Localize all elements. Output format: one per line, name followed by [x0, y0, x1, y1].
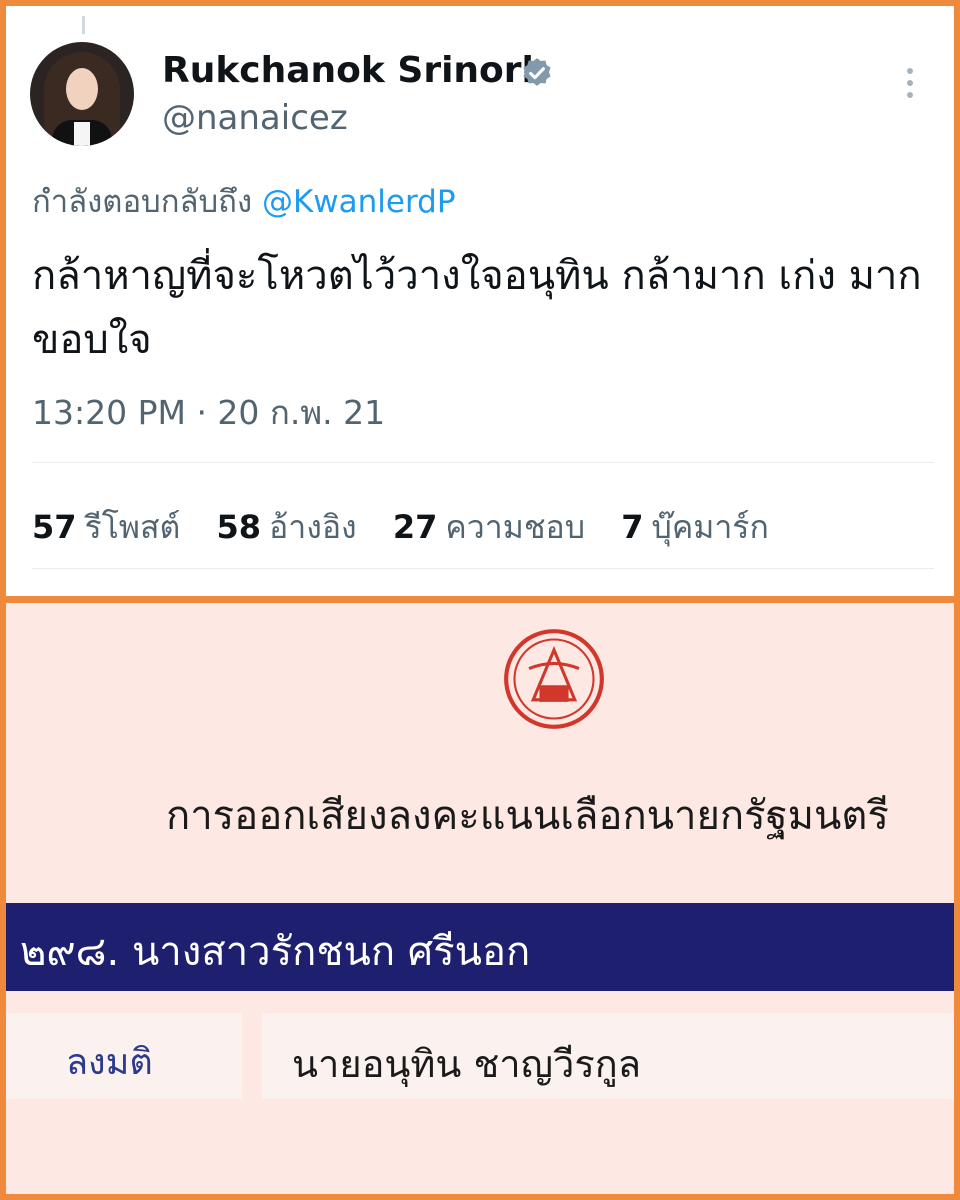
member-name-bar: ๒๙๘. นางสาวรักชนก ศรีนอก: [6, 903, 954, 991]
parliament-seal-icon: [504, 629, 604, 729]
replying-prefix: กำลังตอบกลับถึง: [32, 184, 253, 220]
tweet-timestamp[interactable]: 13:20 PM · 20 ก.พ. 21: [32, 386, 385, 439]
divider: [32, 568, 934, 569]
verified-badge-icon: [523, 58, 551, 86]
vote-label: ลงมติ: [66, 1042, 153, 1083]
member-name: ๒๙๘. นางสาวรักชนก ศรีนอก: [20, 929, 531, 975]
engagement-stats: 57 รีโพสต์ 58 อ้างอิง 27 ความชอบ 7 บุ๊คมาร์ก: [32, 502, 795, 553]
stat-bookmarks[interactable]: 7 บุ๊คมาร์ก: [621, 502, 769, 553]
user-handle[interactable]: @nanaicez: [162, 98, 348, 138]
vote-record-panel: การออกเสียงลงคะแนนเลือกนายกรัฐมนตรี ๒๙๘.…: [6, 603, 954, 1194]
vote-label-cell: ลงมติ: [6, 1013, 242, 1099]
stat-reposts[interactable]: 57 รีโพสต์: [32, 502, 180, 553]
tweet-text: กล้าหาญที่จะโหวตไว้วางใจอนุทิน กล้ามาก เ…: [32, 253, 922, 363]
tweet-card: Rukchanok Srinork @nanaicez กำลังตอบกลับ…: [6, 6, 954, 596]
vote-value: นายอนุทิน ชาญวีรกูล: [292, 1042, 642, 1086]
replying-to: กำลังตอบกลับถึง @KwanlerdP: [32, 176, 456, 226]
avatar[interactable]: [30, 42, 134, 146]
divider: [32, 462, 934, 463]
display-name[interactable]: Rukchanok Srinork: [162, 50, 545, 91]
stat-quotes[interactable]: 58 อ้างอิง: [216, 502, 356, 553]
more-options-icon[interactable]: [900, 68, 920, 108]
vote-value-cell: นายอนุทิน ชาญวีรกูล: [262, 1013, 954, 1099]
thread-line: [82, 16, 85, 34]
stat-likes[interactable]: 27 ความชอบ: [393, 502, 585, 553]
vote-title: การออกเสียงลงคะแนนเลือกนายกรัฐมนตรี: [166, 793, 889, 839]
mention-link[interactable]: @KwanlerdP: [262, 184, 456, 220]
